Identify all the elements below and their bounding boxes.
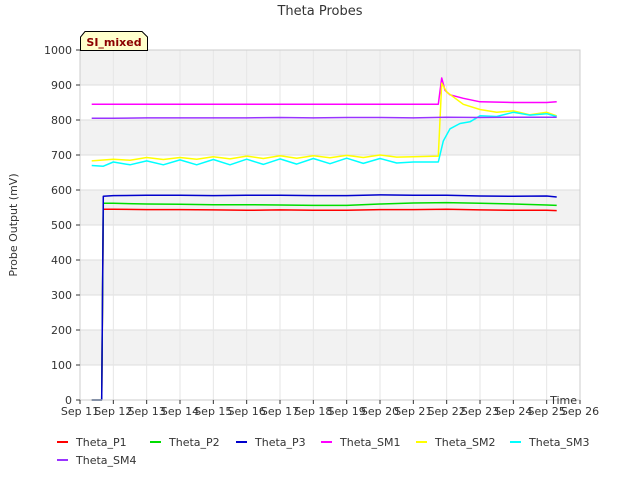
y-tick-label: 600 xyxy=(51,184,72,197)
legend-item-theta-sm4: Theta_SM4 xyxy=(57,454,136,467)
y-tick-label: 100 xyxy=(51,359,72,372)
site-tag-label: SI_mixed xyxy=(86,36,141,49)
legend-item-theta-sm2: Theta_SM2 xyxy=(416,436,495,449)
plot-band xyxy=(80,225,580,260)
legend-label: Theta_P3 xyxy=(254,436,306,449)
x-axis-ticks: Sep 11Sep 12Sep 13Sep 14Sep 15Sep 16Sep … xyxy=(61,400,599,418)
chart: Theta Probes 010020030040050060070080090… xyxy=(7,4,599,467)
plot-band xyxy=(80,120,580,155)
chart-title: Theta Probes xyxy=(276,4,362,19)
y-tick-label: 300 xyxy=(51,289,72,302)
legend-item-theta-sm3: Theta_SM3 xyxy=(510,436,589,449)
x-axis-label: Time xyxy=(549,394,577,407)
y-axis-ticks: 01002003004005006007008009001000 xyxy=(44,44,80,407)
legend-item-theta-sm1: Theta_SM1 xyxy=(321,436,400,449)
plot-band xyxy=(80,295,580,330)
y-tick-label: 900 xyxy=(51,79,72,92)
y-tick-label: 800 xyxy=(51,114,72,127)
legend-item-theta-p1: Theta_P1 xyxy=(57,436,127,449)
y-axis-label: Probe Output (mV) xyxy=(7,173,20,276)
y-tick-label: 500 xyxy=(51,219,72,232)
plot-band xyxy=(80,155,580,190)
y-tick-label: 700 xyxy=(51,149,72,162)
plot-band xyxy=(80,50,580,85)
legend: Theta_P1 Theta_P2 Theta_P3 Theta_SM1 Theta_S… xyxy=(57,436,589,467)
legend-label: Theta_SM2 xyxy=(434,436,495,449)
legend-label: Theta_P2 xyxy=(168,436,220,449)
legend-item-theta-p2: Theta_P2 xyxy=(150,436,220,449)
plot-band xyxy=(80,365,580,400)
series-line-theta-sm4 xyxy=(91,116,557,120)
legend-item-theta-p3: Theta_P3 xyxy=(236,436,306,449)
plot-band xyxy=(80,330,580,365)
plot-band xyxy=(80,260,580,295)
legend-label: Theta_P1 xyxy=(75,436,127,449)
site-tag: SI_mixed xyxy=(80,31,148,51)
y-tick-label: 1000 xyxy=(44,44,72,57)
legend-label: Theta_SM4 xyxy=(75,454,136,467)
y-tick-label: 400 xyxy=(51,254,72,267)
y-tick-label: 200 xyxy=(51,324,72,337)
legend-label: Theta_SM3 xyxy=(528,436,589,449)
legend-label: Theta_SM1 xyxy=(339,436,400,449)
